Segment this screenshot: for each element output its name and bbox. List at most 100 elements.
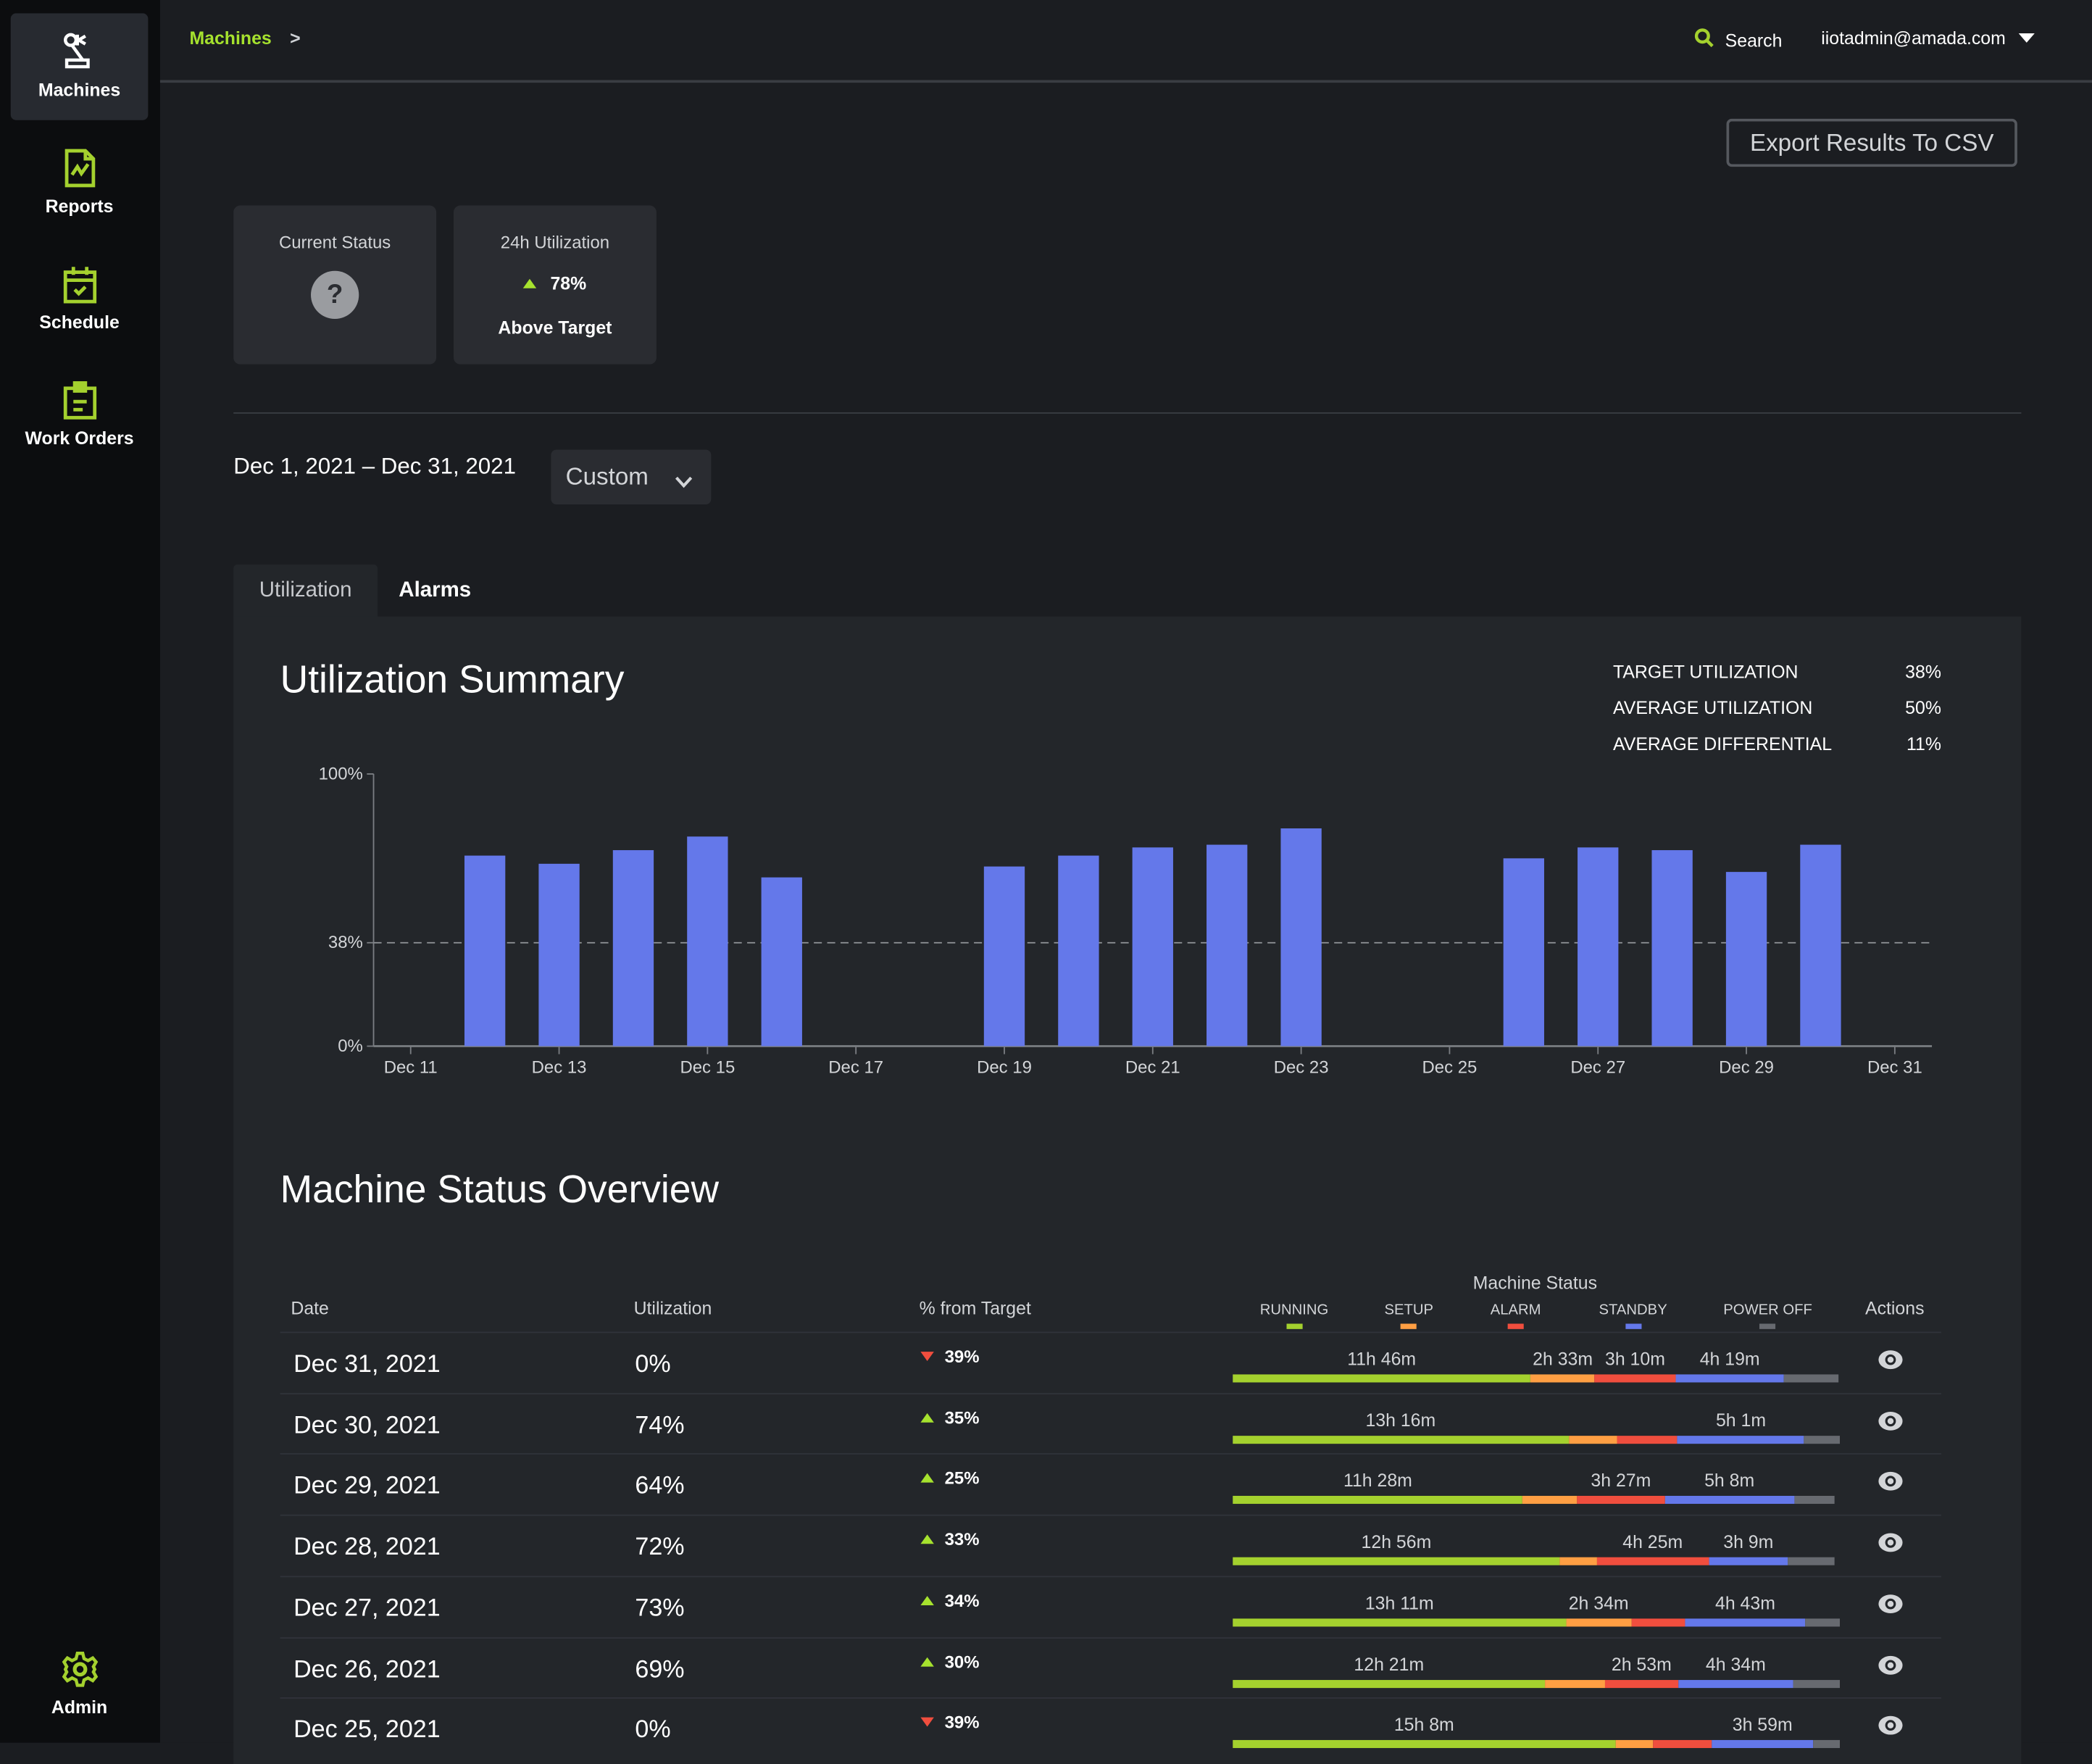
segment-standby — [1712, 1740, 1813, 1749]
legend-swatch — [1507, 1323, 1524, 1329]
bar-dec-13 — [538, 863, 580, 1047]
clipboard-icon — [57, 378, 102, 423]
x-tick-label: Dec 11 — [384, 1057, 438, 1077]
view-details-button[interactable] — [1878, 1471, 1904, 1499]
segment-duration-label: 12h 56m — [1361, 1531, 1432, 1552]
trend-up-icon — [920, 1473, 934, 1484]
from-target-value: 25% — [944, 1468, 980, 1489]
legend-label: RUNNING — [1259, 1302, 1329, 1319]
date-preset-select[interactable]: Custom — [551, 449, 712, 504]
x-tick-label: Dec 29 — [1719, 1057, 1774, 1077]
from-target-value: 39% — [944, 1346, 980, 1367]
x-tick-label: Dec 17 — [828, 1057, 883, 1077]
gear-icon — [57, 1647, 102, 1692]
view-details-button[interactable] — [1878, 1532, 1904, 1560]
segment-standby — [1685, 1618, 1805, 1627]
segment-duration-label: 15h 8m — [1393, 1715, 1454, 1735]
bar-dec-23 — [1280, 828, 1322, 1047]
table-row: Dec 27, 2021 73% 34% 13h 11m 2h 34m 4h 43m — [280, 1576, 1941, 1637]
row-date: Dec 25, 2021 — [293, 1715, 441, 1743]
row-from-target: 39% — [920, 1713, 979, 1732]
sidebar-item-label: Schedule — [39, 312, 120, 333]
x-tick-label: Dec 13 — [532, 1057, 587, 1077]
row-utilization: 73% — [635, 1593, 685, 1621]
sidebar: Machines Reports Schedule Work Orders Ad… — [0, 0, 160, 1743]
target-status: Above Target — [498, 317, 612, 338]
bar-dec-14 — [612, 850, 654, 1047]
trend-down-icon — [920, 1717, 934, 1727]
trend-up-icon — [920, 1595, 934, 1605]
breadcrumb-machines-link[interactable]: Machines — [189, 28, 271, 49]
row-utilization: 0% — [635, 1349, 671, 1378]
utilization-24h-value-row: 78% — [454, 273, 657, 294]
x-tick-label: Dec 27 — [1570, 1057, 1625, 1077]
row-from-target: 33% — [920, 1529, 979, 1549]
stat-target: TARGET UTILIZATION 38% — [1613, 662, 1941, 698]
sidebar-item-machines[interactable]: Machines — [10, 13, 149, 120]
sidebar-item-label: Work Orders — [25, 428, 134, 449]
segment-alarm — [1617, 1435, 1678, 1444]
divider — [233, 412, 2022, 414]
view-details-button[interactable] — [1878, 1349, 1904, 1377]
trend-up-icon — [523, 278, 538, 288]
search-button[interactable]: Search — [1694, 28, 1782, 52]
stat-value: 38% — [1905, 662, 1941, 682]
segment-running — [1233, 1618, 1567, 1627]
breadcrumb: Machines > — [189, 28, 300, 49]
segment-standby — [1678, 1679, 1794, 1688]
top-bar: Machines > Search iiotadmin@amada.com — [159, 0, 2092, 83]
bar-dec-21 — [1132, 847, 1173, 1047]
view-details-button[interactable] — [1878, 1654, 1904, 1682]
trend-up-icon — [920, 1413, 934, 1423]
eye-icon — [1878, 1533, 1903, 1552]
segment-standby — [1664, 1496, 1795, 1505]
view-details-button[interactable] — [1878, 1410, 1904, 1439]
legend-power-off: POWER OFF — [1723, 1302, 1812, 1329]
user-email: iiotadmin@amada.com — [1821, 28, 2006, 49]
sidebar-item-reports[interactable]: Reports — [11, 130, 149, 236]
row-utilization: 69% — [635, 1654, 685, 1682]
segment-duration-label: 4h 19m — [1699, 1349, 1760, 1370]
segment-standby — [1675, 1374, 1785, 1383]
segment-power-off — [1793, 1679, 1840, 1688]
view-details-button[interactable] — [1878, 1593, 1904, 1621]
row-from-target: 25% — [920, 1468, 979, 1489]
segment-duration-label: 3h 9m — [1723, 1531, 1774, 1552]
row-from-target: 39% — [920, 1346, 980, 1367]
legend-running: RUNNING — [1259, 1302, 1329, 1329]
segment-duration-label: 3h 59m — [1732, 1715, 1793, 1735]
segment-alarm — [1577, 1496, 1665, 1505]
view-details-button[interactable] — [1878, 1715, 1904, 1743]
from-target-value: 30% — [944, 1651, 980, 1672]
status-timeline-bar — [1233, 1557, 1835, 1565]
segment-setup — [1559, 1557, 1597, 1565]
table-row: Dec 29, 2021 64% 25% 11h 28m 3h 27m 5h 8m — [280, 1453, 1941, 1515]
sidebar-item-schedule[interactable]: Schedule — [11, 246, 149, 352]
trend-up-icon — [920, 1656, 934, 1666]
sidebar-item-work-orders[interactable]: Work Orders — [11, 362, 149, 468]
tab-alarms[interactable]: Alarms — [378, 565, 492, 618]
column-header-utilization: Utilization — [633, 1298, 712, 1319]
status-timeline-bar — [1233, 1740, 1840, 1749]
date-range-label: Dec 1, 2021 – Dec 31, 2021 — [233, 454, 516, 479]
segment-setup — [1522, 1496, 1578, 1505]
from-target-value: 35% — [944, 1407, 980, 1428]
segment-power-off — [1784, 1374, 1839, 1383]
segment-running — [1233, 1740, 1616, 1749]
row-date: Dec 26, 2021 — [293, 1654, 441, 1682]
utilization-summary-title: Utilization Summary — [280, 659, 625, 702]
segment-running — [1233, 1679, 1546, 1688]
segment-duration-label: 4h 34m — [1705, 1654, 1766, 1674]
user-menu[interactable]: iiotadmin@amada.com — [1821, 28, 2035, 49]
legend-setup: SETUP — [1384, 1302, 1434, 1329]
app-root: Machines Reports Schedule Work Orders Ad… — [0, 0, 2092, 1764]
tab-utilization[interactable]: Utilization — [233, 564, 378, 618]
export-csv-button[interactable]: Export Results To CSV — [1726, 118, 2017, 167]
table-row: Dec 31, 2021 0% 39% 11h 46m 2h 33m 3h 10m 4h 1… — [280, 1331, 1941, 1394]
segment-standby — [1677, 1435, 1805, 1444]
legend-label: SETUP — [1384, 1302, 1434, 1319]
x-tick-label: Dec 25 — [1422, 1057, 1478, 1077]
eye-icon — [1878, 1350, 1903, 1370]
sidebar-item-admin[interactable]: Admin — [11, 1631, 149, 1737]
stat-average: AVERAGE UTILIZATION 50% — [1613, 698, 1941, 734]
